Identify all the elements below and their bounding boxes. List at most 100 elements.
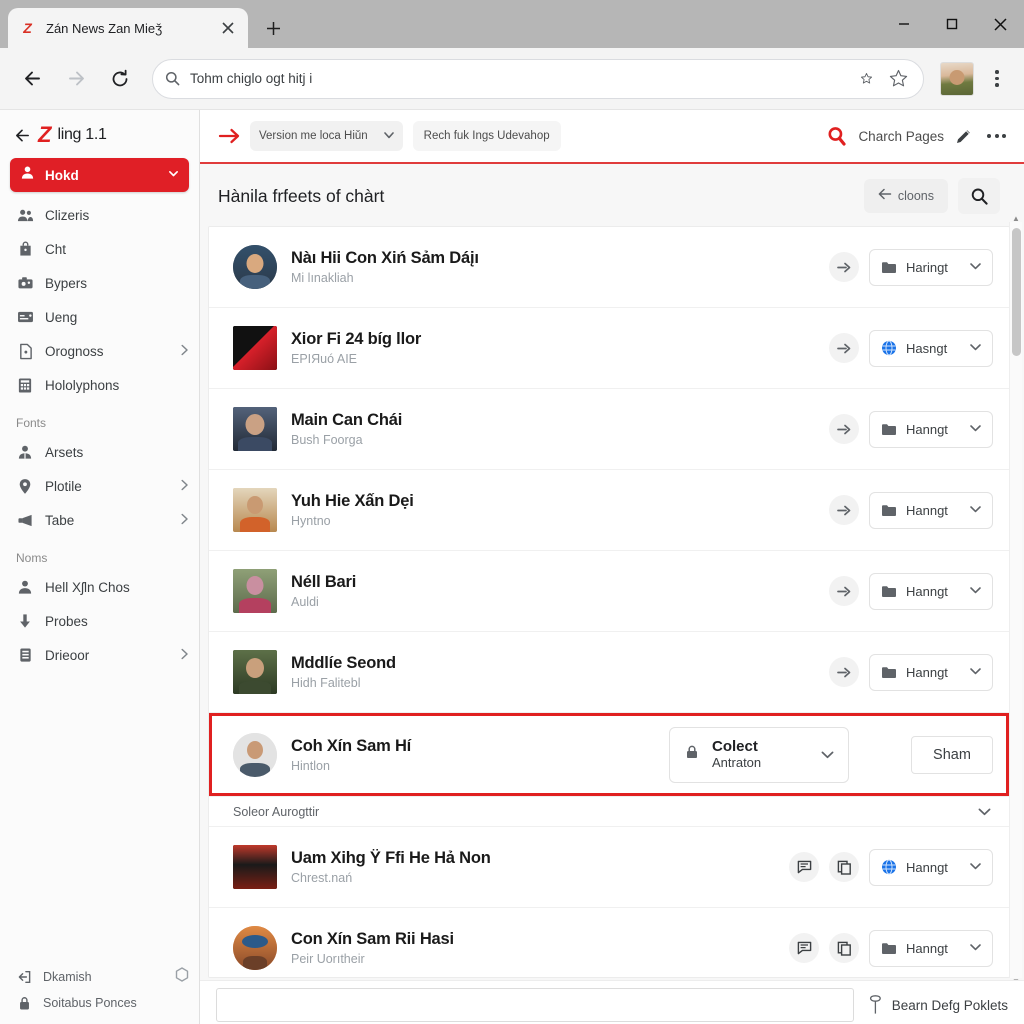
status-badge[interactable]: Haringt	[869, 248, 993, 286]
row-text: Mddlíe Seond Hidh Falitebl	[291, 654, 815, 690]
highlighted-table-row[interactable]: Coh Xín Sam Hí Hintlon Colect Antraton S…	[209, 713, 1009, 797]
table-row[interactable]: Xior Fi 24 bíg llor EPIЯuó AIE Hasngt	[209, 308, 1009, 389]
window-close-icon[interactable]	[976, 0, 1024, 48]
comment-icon[interactable]	[789, 933, 819, 963]
back-arrow-icon[interactable]	[12, 59, 52, 99]
chevron-down-icon	[970, 861, 981, 873]
sidebar-item-bypers[interactable]: Bypers	[0, 266, 199, 300]
sidebar-item-tabe[interactable]: Tabe	[0, 503, 199, 537]
table-row[interactable]: Yuh Hie Xấn Dẹi Hyntno Hanngt	[209, 470, 1009, 551]
forward-circle-icon[interactable]	[829, 252, 859, 282]
hexagon-icon[interactable]	[175, 967, 189, 987]
version-select-label: Version me loca Hiǔn	[259, 130, 368, 142]
badge-label: Haringt	[906, 259, 948, 275]
table-row[interactable]: Con Xín Sam Rii Hasi Peir Uorıtheir Hann…	[209, 908, 1009, 977]
chevron-down-icon	[970, 585, 981, 597]
sidebar-footer-item-dkamish[interactable]: Dkamish	[0, 964, 199, 990]
status-badge[interactable]: Hanngt	[869, 410, 993, 448]
scrollbar-thumb[interactable]	[1012, 228, 1021, 356]
minimize-icon[interactable]	[880, 0, 928, 48]
sidebar-item-hell-xln-chos[interactable]: Hell Xʃln Chos	[0, 570, 199, 604]
sidebar-item-drieoor[interactable]: Drieoor	[0, 638, 199, 672]
rech-udevahop-button[interactable]: Rech fuk Ings Udevahop	[412, 121, 561, 151]
group-header-row[interactable]: Soleor Aurogttir	[209, 797, 1009, 827]
section-search-button[interactable]	[958, 178, 1000, 214]
sidebar-item-orognoss[interactable]: Orognoss	[0, 334, 199, 368]
profile-avatar[interactable]	[940, 61, 974, 96]
version-select[interactable]: Version me loca Hiǔn	[250, 121, 403, 151]
forward-circle-icon[interactable]	[829, 576, 859, 606]
table-row[interactable]: Uam Xihg Ÿ Ffi He Hả Non Chrest.nań Hann…	[209, 827, 1009, 908]
browser-navigation-bar: Tohm chiglo ogt hitj i	[0, 48, 1024, 110]
more-dots-icon[interactable]	[983, 134, 1010, 138]
sidebar-back-icon[interactable]	[14, 127, 31, 144]
sidebar-item-hololyphons[interactable]: Hololyphons	[0, 368, 199, 402]
pin-icon	[16, 477, 34, 495]
cloons-label: cloons	[897, 189, 934, 203]
status-badge[interactable]: Hasngt	[869, 329, 993, 367]
status-badge[interactable]: Hanngt	[869, 572, 993, 610]
sidebar-item-probes[interactable]: Probes	[0, 604, 199, 638]
row-subtitle: Hintlon	[291, 758, 330, 773]
sham-button[interactable]: Sham	[911, 735, 993, 774]
maximize-icon[interactable]	[928, 0, 976, 48]
browser-tab[interactable]: Z Zán News Zan Mieǯ	[8, 8, 248, 48]
sidebar-item-arsets[interactable]: Arsets	[0, 435, 199, 469]
table-row[interactable]: Néll Bari Auldi Hanngt	[209, 551, 1009, 632]
forward-circle-icon[interactable]	[829, 657, 859, 687]
sidebar-item-cht[interactable]: Cht	[0, 232, 199, 266]
colect-antraton-dropdown[interactable]: Colect Antraton	[669, 726, 849, 783]
charch-pages-link[interactable]: Charch Pages	[858, 129, 944, 144]
forward-circle-icon[interactable]	[829, 333, 859, 363]
new-tab-button[interactable]	[258, 13, 288, 43]
address-bar[interactable]: Tohm chiglo ogt hitj i	[152, 58, 924, 99]
star-large-icon[interactable]	[886, 69, 911, 88]
sidebar-item-plotile[interactable]: Plotile	[0, 469, 199, 503]
search-icon-red[interactable]	[826, 125, 848, 147]
scroll-down-arrow-icon[interactable]: ▼	[1010, 977, 1022, 980]
copy-icon[interactable]	[829, 933, 859, 963]
status-badge[interactable]: Hanngt	[869, 653, 993, 691]
arrow-right-icon[interactable]	[218, 126, 240, 146]
message-input[interactable]	[216, 988, 854, 1022]
star-small-icon[interactable]	[857, 72, 876, 85]
sidebar-footer-item-soitabus-ponces[interactable]: Soitabus Ponces	[0, 990, 199, 1016]
window-controls	[880, 0, 1024, 48]
table-row[interactable]: Nàı Hii Con Xiń Sảm Dáįı Mi lınakliah Ha…	[209, 227, 1009, 308]
sidebar-item-hokd[interactable]: Hokd	[10, 158, 189, 192]
kebab-menu-icon[interactable]	[982, 59, 1012, 99]
avatar	[233, 407, 277, 451]
person-icon	[20, 165, 35, 185]
row-title: Néll Bari	[291, 573, 357, 591]
section-header: Hànila frfeets of chàrt cloons	[208, 164, 1010, 226]
status-badge[interactable]: Hanngt	[869, 491, 993, 529]
globe-icon	[881, 859, 897, 875]
forward-arrow-icon[interactable]	[56, 59, 96, 99]
row-subtitle: Hyntno	[291, 514, 331, 528]
person-icon	[16, 578, 34, 596]
pencil-icon[interactable]	[954, 127, 973, 146]
tab-close-icon[interactable]	[218, 18, 238, 38]
mic-icon[interactable]	[868, 995, 883, 1015]
copy-icon[interactable]	[829, 852, 859, 882]
sidebar-item-ueng[interactable]: Ueng	[0, 300, 199, 334]
status-badge[interactable]: Hanngt	[869, 848, 993, 886]
server-icon	[16, 646, 34, 664]
status-badge[interactable]: Hanngt	[869, 929, 993, 967]
comment-icon[interactable]	[789, 852, 819, 882]
cloons-back-button[interactable]: cloons	[863, 179, 948, 213]
table-row[interactable]: Mddlíe Seond Hidh Falitebl Hanngt	[209, 632, 1009, 713]
sidebar-item-clizeris[interactable]: Clizeris	[0, 198, 199, 232]
forward-circle-icon[interactable]	[829, 414, 859, 444]
scroll-up-arrow-icon[interactable]: ▲	[1010, 214, 1022, 223]
row-subtitle: Bush Foorga	[291, 433, 363, 447]
row-text: Main Can Chái Bush Foorga	[291, 411, 815, 447]
forward-circle-icon[interactable]	[829, 495, 859, 525]
content-scrollbar[interactable]: ▲ ▼	[1009, 214, 1022, 980]
sham-label: Sham	[933, 746, 971, 763]
table-row[interactable]: Main Can Chái Bush Foorga Hanngt	[209, 389, 1009, 470]
bottom-bar-right[interactable]: Bearn Defg Poklets	[868, 995, 1008, 1015]
folder-icon	[881, 423, 897, 436]
chevron-down-icon[interactable]	[978, 805, 991, 819]
reload-icon[interactable]	[100, 59, 140, 99]
